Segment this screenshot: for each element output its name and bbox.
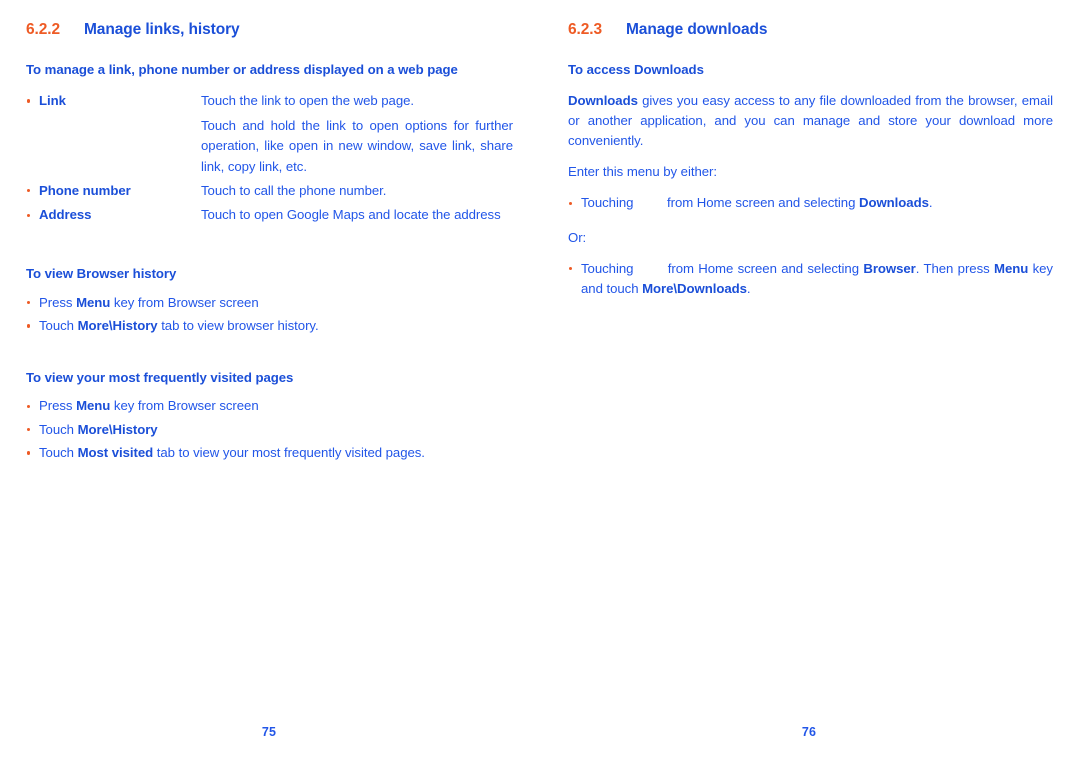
definition-text: Touch to call the phone number. (201, 182, 387, 198)
bullet-dot-icon (27, 99, 31, 103)
bullet-text-bold: Menu (76, 398, 111, 414)
list-item: Press Menu key from Browser screen (26, 396, 513, 416)
bullet-text-bold: More\History (77, 318, 158, 334)
bullet-list-enter-menu-2: Touching from Home screen and selecting … (568, 259, 1053, 300)
or-label: Or: (568, 229, 587, 245)
list-item: Touching from Home screen and selecting … (568, 259, 1053, 300)
definition-text: Touch to open Google Maps and locate the… (201, 207, 501, 223)
bullet-dot-icon (27, 300, 31, 305)
section-title: Manage links, history (84, 21, 240, 38)
bullet-dot-icon (27, 451, 31, 455)
bullet-text-post: . (928, 195, 933, 211)
bullet-text-pre: Touching (581, 260, 638, 276)
bullet-text-midpre: from Home screen and selecting (667, 195, 859, 211)
subheading-most-visited: To view your most frequently visited pag… (26, 369, 294, 385)
bullet-text-bold-more-downloads: More\Downloads (642, 281, 747, 297)
bullet-dot-icon (27, 213, 31, 217)
definition-list: Link Touch the link to open the web page… (26, 91, 513, 226)
list-item: Press Menu key from Browser screen (26, 293, 513, 313)
downloads-bold-lead: Downloads (568, 93, 638, 109)
bullet-text-bold-browser: Browser (863, 260, 916, 276)
bullet-dot-icon (27, 189, 31, 193)
section-number: 6.2.3 (568, 21, 602, 38)
definition-row-phone-number: Phone number Touch to call the phone num… (26, 181, 513, 201)
bullet-list-most-visited: Press Menu key from Browser screen Touch… (26, 396, 513, 463)
bullet-text-post: key from Browser screen (110, 398, 259, 414)
downloads-description-paragraph: Downloads gives you easy access to any f… (568, 91, 1053, 151)
bullet-list-enter-menu-1: Touching from Home screen and selecting … (568, 193, 1053, 213)
bullet-text-bold-menu: Menu (994, 260, 1029, 276)
bullet-text-midpre: from Home screen and selecting (667, 260, 864, 276)
bullet-text-bold: Most visited (77, 445, 154, 461)
bullet-dot-icon (27, 324, 31, 328)
bullet-text-bold: Downloads (858, 195, 929, 211)
bullet-dot-icon (27, 428, 31, 432)
bullet-dot-icon (569, 267, 573, 271)
page-left: 6.2.2 Manage links, history To manage a … (0, 0, 540, 767)
bullet-text-bold: Menu (76, 294, 111, 310)
bullet-text-pre: Touch (39, 318, 78, 334)
definition-term: Address (26, 205, 201, 225)
list-item: Touch More\History (26, 420, 513, 440)
subheading-access-downloads: To access Downloads (568, 62, 704, 78)
bullet-dot-icon (27, 404, 31, 408)
list-item: Touching from Home screen and selecting … (568, 193, 1053, 213)
bullet-text-pre: Press (39, 294, 77, 310)
page-left-content: 6.2.2 Manage links, history To manage a … (26, 20, 513, 467)
section-heading-622: 6.2.2 Manage links, history (26, 20, 513, 39)
definition-continuation-link: Touch and hold the link to open options … (26, 116, 513, 177)
bullet-text-mid: . Then press (915, 260, 995, 276)
definition-term-label: Phone number (39, 182, 131, 198)
bullet-text-pre: Touch (39, 421, 78, 437)
bullet-text-post: key from Browser screen (110, 294, 259, 310)
definition-row-link: Link Touch the link to open the web page… (26, 91, 513, 111)
bullet-text-bold: More\History (77, 421, 158, 437)
page-right: 6.2.3 Manage downloads To access Downloa… (540, 0, 1080, 767)
definition-term-label: Address (39, 207, 92, 223)
subheading-manage-link: To manage a link, phone number or addres… (26, 62, 458, 78)
bullet-text-post: tab to view browser history. (157, 318, 319, 334)
subheading-browser-history: To view Browser history (26, 265, 177, 281)
section-number: 6.2.2 (26, 21, 60, 38)
bullet-text-post: . (746, 281, 751, 297)
bullet-text-pre: Touch (39, 445, 78, 461)
definition-term-label: Link (39, 93, 66, 109)
bullet-text-pre: Touching (581, 195, 638, 211)
bullet-dot-icon (569, 201, 573, 205)
bullet-list-browser-history: Press Menu key from Browser screen Touch… (26, 293, 513, 337)
definition-row-address: Address Touch to open Google Maps and lo… (26, 205, 513, 225)
page-right-content: 6.2.3 Manage downloads To access Downloa… (568, 20, 1053, 303)
definition-term: Link (26, 91, 201, 111)
bullet-text-post: tab to view your most frequently visited… (153, 445, 425, 461)
definition-continuation-text: Touch and hold the link to open options … (201, 117, 513, 174)
list-item: Touch Most visited tab to view your most… (26, 443, 513, 463)
section-title: Manage downloads (626, 21, 768, 38)
downloads-description-text: gives you easy access to any file downlo… (568, 93, 1053, 149)
definition-text: Touch the link to open the web page. (201, 93, 415, 109)
page-number-right: 76 (801, 725, 817, 739)
list-item: Touch More\History tab to view browser h… (26, 316, 513, 336)
section-heading-623: 6.2.3 Manage downloads (568, 20, 1053, 39)
definition-term: Phone number (26, 181, 201, 201)
bullet-text-pre: Press (39, 398, 77, 414)
enter-menu-intro: Enter this menu by either: (568, 164, 717, 180)
page-number-left: 75 (261, 725, 277, 739)
